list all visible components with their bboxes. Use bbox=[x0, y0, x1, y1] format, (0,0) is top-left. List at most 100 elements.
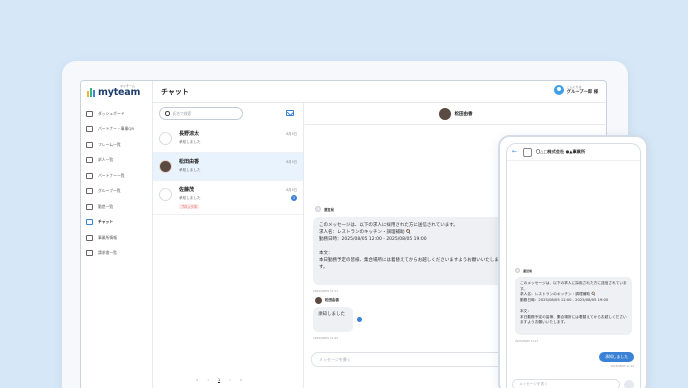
reply-sender-name: 松田由香 bbox=[325, 298, 339, 302]
logo-icon bbox=[87, 88, 96, 97]
conversation-list-pane: 氏名で検索 長野涼太 承知しました 8月5日 松田由香 承知しました 8月5日 … bbox=[153, 103, 304, 388]
search-input[interactable]: 氏名で検索 bbox=[159, 107, 243, 120]
avatar bbox=[159, 188, 172, 201]
system-message-time: 2025/08/05 11:17 bbox=[313, 289, 339, 293]
avatar bbox=[159, 132, 172, 145]
message-input-placeholder: メッセージを書く bbox=[319, 356, 351, 362]
system-sender: 運営局 bbox=[315, 206, 334, 212]
read-indicator bbox=[357, 317, 362, 322]
conversation-preview: 承知しました bbox=[179, 196, 201, 200]
avatar bbox=[159, 160, 172, 173]
phone-message-input-placeholder: メッセージを書く bbox=[519, 382, 548, 386]
send-icon[interactable] bbox=[624, 380, 634, 388]
office-icon bbox=[86, 234, 93, 241]
unread-badge: 2 bbox=[291, 195, 297, 201]
sidebar-nav: ダッシュボード パートナー・事業QR フレーム一覧 求人一覧 パートナー一覧 グ… bbox=[85, 106, 149, 261]
group-icon bbox=[86, 188, 93, 195]
sidebar-item-partners[interactable]: パートナー一覧 bbox=[85, 168, 149, 184]
sidebar-item-label: ダッシュボード bbox=[98, 110, 125, 116]
conversation-item[interactable]: 佐藤茂 承知しました 8月5日 2 ブロック中 bbox=[153, 181, 303, 215]
phone-chat-title: 〇△□株式会社 ●▲事業所 bbox=[536, 149, 586, 154]
logo-text: myteam bbox=[98, 87, 141, 98]
conversation-date: 8月5日 bbox=[286, 188, 297, 192]
phone-sent-time: 2025/08/05 11:22 bbox=[610, 365, 634, 368]
conversation-name: 佐藤茂 bbox=[179, 187, 195, 193]
sidebar-item-attendance[interactable]: 勤怠一覧 bbox=[85, 199, 149, 215]
block-badge: ブロック中 bbox=[179, 204, 199, 209]
sidebar-item-dashboard[interactable]: ダッシュボード bbox=[85, 106, 149, 122]
phone-message-bubble: このメッセージは、以下の求人に採用された方に送信されています。 求人名：レストラ… bbox=[515, 277, 632, 335]
logo[interactable]: myteam マイチーム bbox=[87, 84, 141, 98]
shop-icon bbox=[523, 147, 533, 157]
phone-sender-name: 運営局 bbox=[523, 268, 533, 273]
sidebar-item-label: 事業所情報 bbox=[98, 234, 117, 240]
phone-message-text: このメッセージは、以下の求人に採用された方に送信されています。 求人名：レストラ… bbox=[520, 281, 627, 325]
sidebar-item-office[interactable]: 事業所情報 bbox=[85, 230, 149, 246]
conversation-date: 8月5日 bbox=[286, 132, 297, 136]
header: チャット こんにちは グループ一郎 様 bbox=[153, 81, 606, 103]
sidebar-item-label: グループ一覧 bbox=[98, 188, 121, 194]
avatar bbox=[315, 206, 321, 212]
sidebar-item-label: 請求書一覧 bbox=[98, 250, 117, 256]
page-title: チャット bbox=[161, 88, 189, 96]
conversation-preview: 承知しました bbox=[179, 140, 201, 144]
phone-sender: 運営局 bbox=[515, 268, 532, 273]
user-avatar-icon bbox=[553, 85, 564, 95]
reply-message-bubble: 承知しました bbox=[313, 307, 353, 332]
sidebar-item-label: チャット bbox=[98, 219, 114, 225]
sidebar-item-label: パートナー一覧 bbox=[98, 172, 125, 178]
avatar bbox=[515, 268, 520, 273]
chat-partner-name: 松田由香 bbox=[454, 111, 473, 117]
back-arrow-icon[interactable]: ← bbox=[512, 149, 517, 155]
frame-icon bbox=[86, 141, 93, 148]
reply-message-time: 2025/08/05 11:22 bbox=[313, 336, 339, 340]
logo-subtext: マイチーム bbox=[120, 84, 135, 88]
sidebar: myteam マイチーム ダッシュボード パートナー・事業QR フレーム一覧 求… bbox=[81, 81, 153, 388]
user-menu[interactable]: こんにちは グループ一郎 様 bbox=[553, 85, 598, 95]
user-name: グループ一郎 様 bbox=[566, 90, 598, 95]
avatar bbox=[315, 297, 322, 304]
conversation-item[interactable]: 松田由香 承知しました 8月5日 bbox=[153, 153, 303, 181]
phone-message-input[interactable]: メッセージを書く bbox=[512, 379, 620, 388]
chat-header: 松田由香 bbox=[305, 103, 606, 125]
sidebar-item-partner-qr[interactable]: パートナー・事業QR bbox=[85, 122, 149, 138]
reply-sender: 松田由香 bbox=[315, 297, 339, 304]
sidebar-item-chat[interactable]: チャット bbox=[85, 215, 149, 231]
phone-screen: ← 〇△□株式会社 ●▲事業所 運営局 このメッセージは、以下の求人に採用された… bbox=[506, 143, 641, 388]
partner-icon bbox=[86, 172, 93, 179]
phone-header: ← 〇△□株式会社 ●▲事業所 bbox=[507, 144, 640, 161]
sidebar-item-label: 求人一覧 bbox=[98, 157, 114, 163]
mail-icon[interactable] bbox=[286, 110, 294, 116]
sidebar-item-groups[interactable]: グループ一覧 bbox=[85, 184, 149, 200]
sidebar-item-label: フレーム一覧 bbox=[98, 141, 121, 147]
conversation-item[interactable]: 長野涼太 承知しました 8月5日 bbox=[153, 125, 303, 153]
qr-icon bbox=[86, 126, 93, 133]
sidebar-item-label: 勤怠一覧 bbox=[98, 203, 114, 209]
conversation-name: 松田由香 bbox=[179, 159, 200, 165]
conversation-preview: 承知しました bbox=[179, 168, 201, 172]
pager-next[interactable]: › bbox=[229, 377, 231, 383]
conversation-name: 長野涼太 bbox=[179, 131, 200, 137]
sidebar-item-frames[interactable]: フレーム一覧 bbox=[85, 137, 149, 153]
pager-prev[interactable]: ‹ bbox=[207, 377, 209, 383]
phone-frame: ← 〇△□株式会社 ●▲事業所 運営局 このメッセージは、以下の求人に採用された… bbox=[498, 135, 648, 388]
phone-message-time: 2025/08/05 11:17 bbox=[515, 340, 539, 343]
system-sender-name: 運営局 bbox=[324, 207, 334, 212]
invoice-icon bbox=[86, 250, 93, 257]
system-message-bubble: このメッセージは、以下の求人に採用された方に送信されています。 求人名：レストラ… bbox=[313, 217, 511, 285]
system-message-text: このメッセージは、以下の求人に採用された方に送信されています。 求人名：レストラ… bbox=[319, 223, 499, 270]
job-icon bbox=[86, 157, 93, 164]
sidebar-item-invoices[interactable]: 請求書一覧 bbox=[85, 246, 149, 262]
avatar bbox=[438, 107, 451, 120]
message-input[interactable]: メッセージを書く bbox=[311, 352, 521, 367]
pager-current[interactable]: 1 bbox=[217, 377, 221, 383]
chat-icon bbox=[86, 219, 93, 226]
sidebar-item-jobs[interactable]: 求人一覧 bbox=[85, 153, 149, 169]
dashboard-icon bbox=[86, 110, 93, 117]
search-placeholder: 氏名で検索 bbox=[172, 110, 192, 116]
conversation-date: 8月5日 bbox=[286, 160, 297, 164]
sidebar-item-label: パートナー・事業QR bbox=[98, 126, 135, 132]
pager-last[interactable]: » bbox=[240, 377, 242, 383]
attendance-icon bbox=[86, 203, 93, 210]
pager-first[interactable]: « bbox=[196, 377, 198, 383]
